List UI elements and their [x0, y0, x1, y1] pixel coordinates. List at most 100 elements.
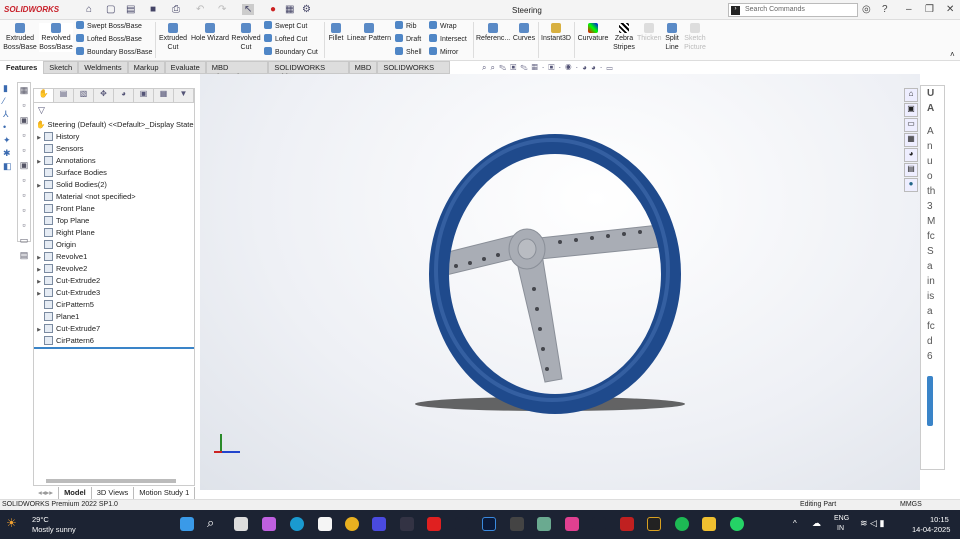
wd-icon[interactable]	[647, 517, 661, 531]
lofted-cut-button[interactable]: Lofted Cut	[264, 34, 307, 46]
print-icon[interactable]: ⎙	[172, 4, 180, 15]
camera-icon[interactable]	[510, 517, 524, 531]
curvature-button[interactable]: Curvature	[576, 23, 610, 43]
tree-scrollbar[interactable]	[46, 479, 176, 483]
gemini-icon[interactable]	[592, 517, 606, 531]
dimxpert-tab-icon[interactable]: ✥	[94, 89, 114, 102]
split-line-button[interactable]: Split Line	[662, 23, 682, 52]
tree-node[interactable]: CirPattern5	[34, 299, 94, 311]
tab-3d-views[interactable]: 3D Views	[92, 487, 135, 499]
home-icon[interactable]: ⌂	[86, 4, 92, 15]
boundary-boss-button[interactable]: Boundary Boss/Base	[76, 47, 152, 59]
solidworks-taskbar-icon[interactable]	[620, 517, 634, 531]
filter-icon[interactable]: ▽	[38, 105, 45, 116]
tree-root[interactable]: ✋ Steering (Default) <<Default>_Display …	[36, 119, 194, 131]
fillet-button[interactable]: Fillet	[327, 23, 345, 43]
mirror-button[interactable]: Mirror	[429, 47, 458, 59]
redo-icon[interactable]: ↷	[218, 4, 226, 15]
shell-button[interactable]: Shell	[395, 47, 422, 59]
graphics-area[interactable]: ⌕⌕✎▣✎▦·▣·◉·◕◕·▭	[200, 63, 920, 490]
clock-time[interactable]: 10:15	[930, 515, 949, 524]
tab-sketch[interactable]: Sketch	[43, 61, 79, 74]
new-icon[interactable]: ▢	[106, 4, 115, 15]
lofted-boss-button[interactable]: Lofted Boss/Base	[76, 34, 142, 46]
wrap-button[interactable]: Wrap	[429, 21, 457, 33]
tree-node[interactable]: ▶ History	[34, 131, 79, 143]
rib-button[interactable]: Rib	[395, 21, 417, 33]
tab-nav-arrows[interactable]: ◂◂▸▸	[33, 487, 60, 499]
store-icon[interactable]	[318, 517, 332, 531]
open-icon[interactable]: ▤	[126, 4, 135, 15]
extruded-cut-button[interactable]: Extruded Cut	[158, 23, 188, 52]
tree-node[interactable]: ▶ Annotations	[34, 155, 96, 167]
tree-node[interactable]: Top Plane	[34, 215, 89, 227]
tree-node[interactable]: CirPattern6	[34, 335, 94, 347]
instant3d-button[interactable]: Instant3D	[540, 23, 572, 43]
temperature[interactable]: 29°C	[32, 515, 49, 524]
tree-node[interactable]: Material <not specified>	[34, 191, 136, 203]
filter-tab-icon[interactable]: ▼	[174, 89, 194, 102]
tree-node[interactable]: ▶ Solid Bodies(2)	[34, 179, 107, 191]
selection-filter-strip[interactable]: ▦ ▫ ▣ ▫ ▫ ▣ ▫ ▫ ▫ ▫ ▭ ▤	[17, 82, 31, 260]
extruded-boss-button[interactable]: Extruded Boss/Base	[3, 23, 37, 52]
tree-node[interactable]: Front Plane	[34, 203, 95, 215]
zebra-stripes-button[interactable]: Zebra Stripes	[612, 23, 636, 52]
options-gear-icon[interactable]: ⚙	[302, 4, 311, 15]
restore-button[interactable]: ❐	[925, 4, 934, 15]
rebuild-icon[interactable]: ●	[270, 4, 276, 15]
copilot-icon[interactable]	[262, 517, 276, 531]
heads-up-view-toolbar[interactable]: ⌕⌕✎▣✎▦·▣·◉·◕◕·▭	[482, 63, 617, 73]
curves-button[interactable]: Curves	[512, 23, 536, 43]
linear-pattern-button[interactable]: Linear Pattern	[346, 23, 392, 43]
language[interactable]: ENG	[834, 515, 849, 522]
revolved-cut-button[interactable]: Revolved Cut	[231, 23, 261, 52]
hole-wizard-button[interactable]: Hole Wizard	[190, 23, 230, 43]
collapse-ribbon-icon[interactable]: ˄	[950, 50, 955, 59]
edge-icon[interactable]	[290, 517, 304, 531]
task-pane-scrollbar[interactable]	[927, 376, 933, 426]
tree-node[interactable]: Origin	[34, 239, 76, 251]
save-icon[interactable]: ■	[150, 4, 156, 15]
home-icon[interactable]: ⌂	[904, 88, 918, 102]
close-button[interactable]: ✕	[946, 4, 954, 15]
app-icon-2[interactable]	[400, 517, 414, 531]
tab-features[interactable]: Features	[0, 61, 44, 74]
chrome-icon[interactable]	[345, 517, 359, 531]
spotify-icon[interactable]	[675, 517, 689, 531]
units-selector[interactable]: MMGS	[900, 501, 922, 508]
onedrive-icon[interactable]: ☁	[812, 518, 821, 529]
tab-addins[interactable]: SOLIDWORKS Add-Ins	[268, 61, 349, 81]
tab-weldments[interactable]: Weldments	[78, 61, 128, 74]
tab-cam[interactable]: SOLIDWORKS CAM	[377, 61, 450, 81]
tree-node[interactable]: Plane1	[34, 311, 79, 323]
custom-properties-icon[interactable]: ▤	[904, 163, 918, 177]
tree-node[interactable]: ▶ Cut-Extrude2	[34, 275, 100, 287]
appearances-icon[interactable]: ◕	[904, 148, 918, 162]
intersect-button[interactable]: Intersect	[429, 34, 467, 46]
search-commands-input[interactable]: › Search Commands	[728, 3, 858, 17]
tab-mbd-dimensions[interactable]: MBD Dimensions	[205, 61, 269, 81]
community-icon[interactable]: ●	[904, 178, 918, 192]
app-icon[interactable]	[372, 517, 386, 531]
boundary-cut-button[interactable]: Boundary Cut	[264, 47, 318, 59]
tab-evaluate[interactable]: Evaluate	[164, 61, 206, 74]
whatsapp-icon[interactable]	[730, 517, 744, 531]
photoshop-icon[interactable]	[482, 517, 496, 531]
sketch-tools-strip[interactable]: ▮ ⁄ ⅄ • ✦ ✱ ◧	[3, 82, 15, 173]
search-app-icon[interactable]	[455, 517, 469, 531]
chatgpt-icon[interactable]	[537, 517, 551, 531]
file-properties-icon[interactable]: ▦	[285, 4, 294, 15]
reference-geometry-button[interactable]: Referenc...	[476, 23, 510, 43]
help-icon[interactable]: ?	[882, 4, 888, 15]
tree-node[interactable]: Surface Bodies	[34, 167, 107, 179]
task-view-icon[interactable]	[234, 517, 248, 531]
tab-motion-study[interactable]: Motion Study 1	[134, 487, 196, 499]
rollback-bar[interactable]	[34, 347, 194, 349]
tree-node[interactable]: Sensors	[34, 143, 84, 155]
swept-boss-button[interactable]: Swept Boss/Base	[76, 21, 142, 33]
display-manager-tab-icon[interactable]: ◕	[114, 89, 134, 102]
draft-button[interactable]: Draft	[395, 34, 421, 46]
configuration-manager-tab-icon[interactable]: ▧	[74, 89, 94, 102]
minimize-button[interactable]: –	[906, 4, 912, 15]
revolved-boss-button[interactable]: Revolved Boss/Base	[39, 23, 73, 52]
